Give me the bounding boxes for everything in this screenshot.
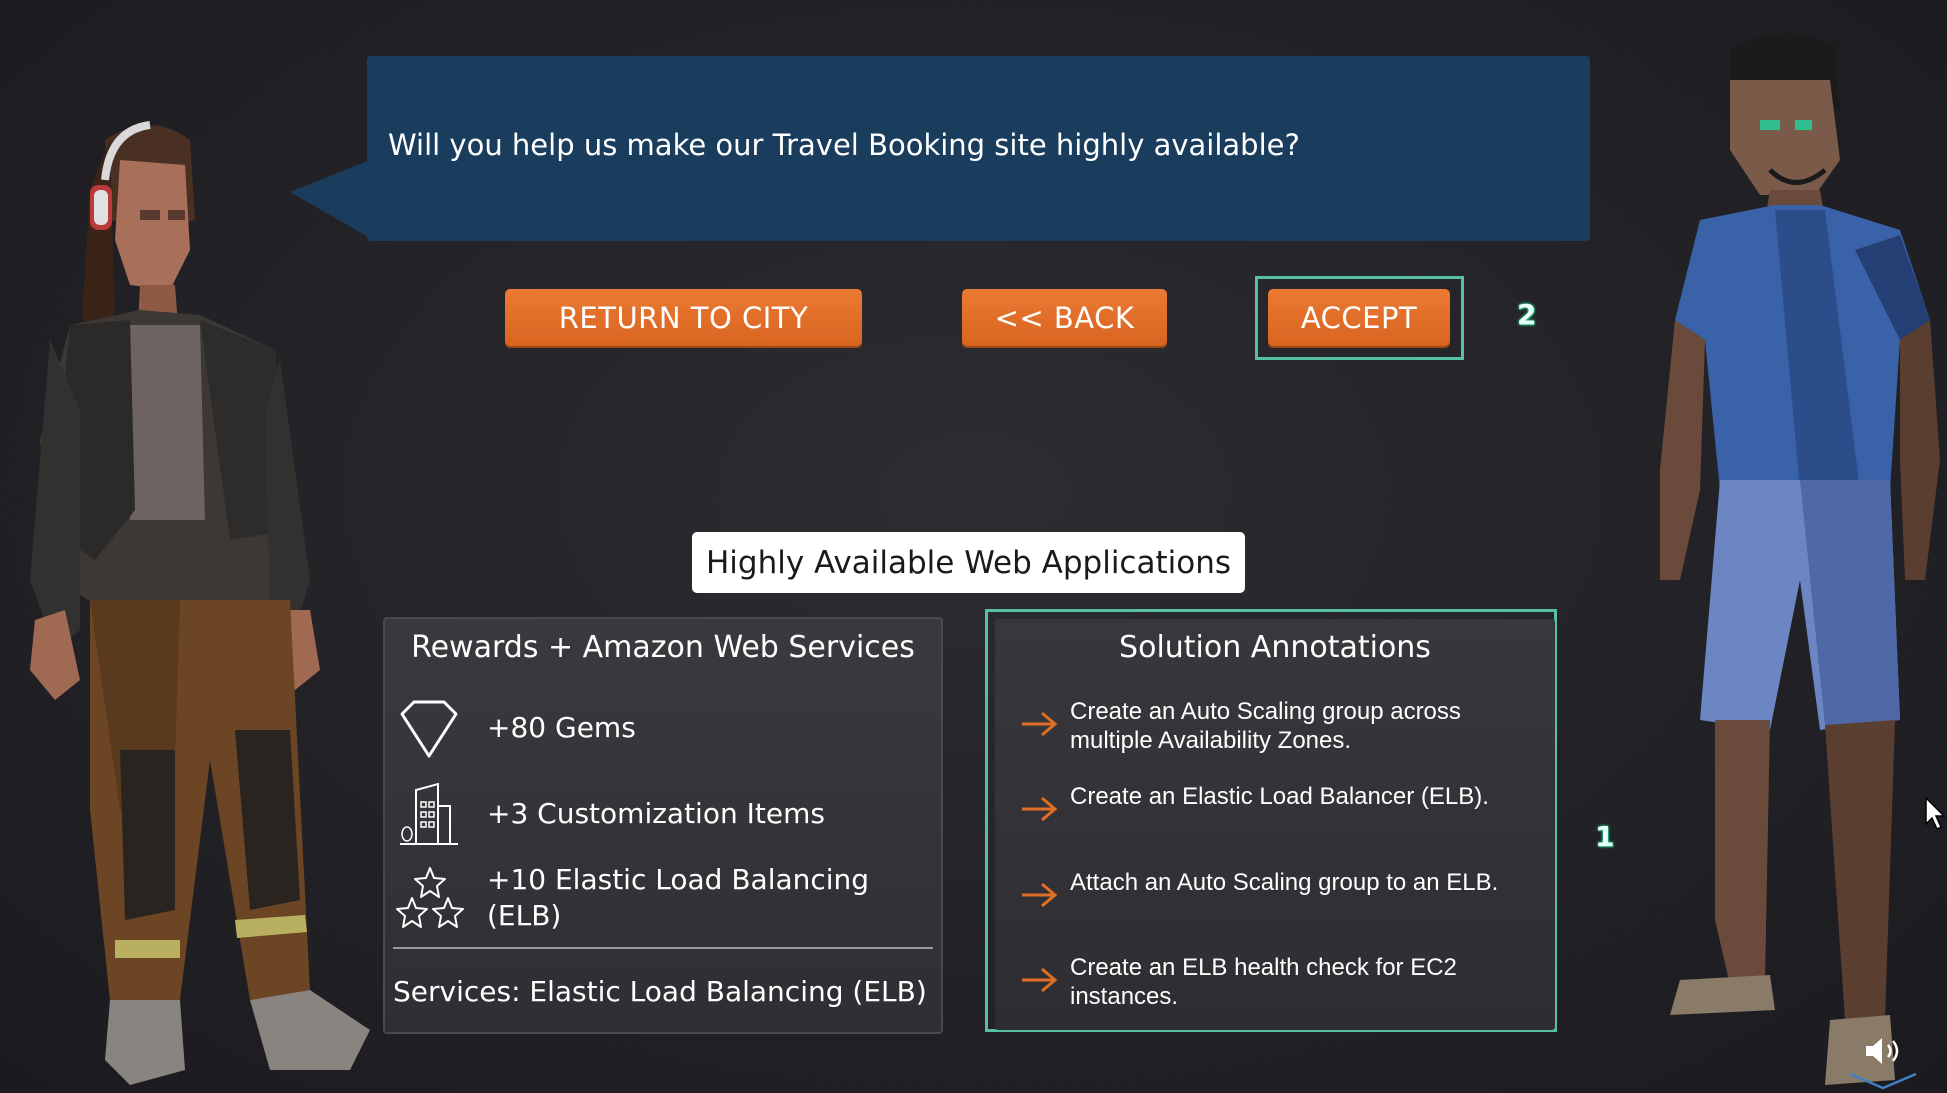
arrow-right-icon [1022,967,1058,993]
right-character-illustration [1660,33,1940,1085]
left-character-illustration [30,121,370,1085]
solution-item-text: Create an Auto Scaling group across mult… [1070,698,1461,754]
solution-item-text: Attach an Auto Scaling group to an ELB. [1070,869,1499,896]
solution-title: Solution Annotations [1119,630,1431,665]
solution-item-text: Create an ELB health check for EC2 insta… [1070,954,1457,1010]
reward-elb: +10 Elastic Load Balancing (ELB) [487,863,870,932]
gem-icon [400,700,458,758]
back-button[interactable]: << BACK [962,289,1167,346]
stars-icon [396,867,464,928]
solution-item: Attach an Auto Scaling group to an ELB. [1020,868,1540,928]
rewards-title: Rewards + Amazon Web Services [411,630,915,665]
arrow-right-icon [1022,882,1058,908]
reward-customization-items: +3 Customization Items [487,797,825,830]
building-icon [400,782,458,845]
solution-item: Create an Elastic Load Balancer (ELB). [1020,782,1540,842]
mission-title: Highly Available Web Applications [692,532,1245,593]
dialog-text: Will you help us make our Travel Booking… [388,128,1300,162]
arrow-right-icon [1022,711,1058,737]
return-to-city-button[interactable]: RETURN TO CITY [505,289,862,346]
solution-item: Create an Auto Scaling group across mult… [1020,697,1540,757]
solution-item-text: Create an Elastic Load Balancer (ELB). [1070,783,1489,810]
services-text: Services: Elastic Load Balancing (ELB) [393,975,927,1008]
chevron-down-icon [1849,1072,1917,1090]
mouse-cursor-icon [1925,796,1946,831]
speech-bubble-tail [290,160,370,238]
rewards-divider [393,947,933,949]
speaker-icon[interactable] [1864,1036,1902,1066]
step-marker-1: 1 [1595,820,1615,853]
accept-button[interactable]: ACCEPT [1268,289,1450,346]
step-marker-2: 2 [1517,298,1537,331]
reward-gems: +80 Gems [487,711,636,744]
solution-item: Create an ELB health check for EC2 insta… [1020,953,1540,1013]
arrow-right-icon [1022,796,1058,822]
